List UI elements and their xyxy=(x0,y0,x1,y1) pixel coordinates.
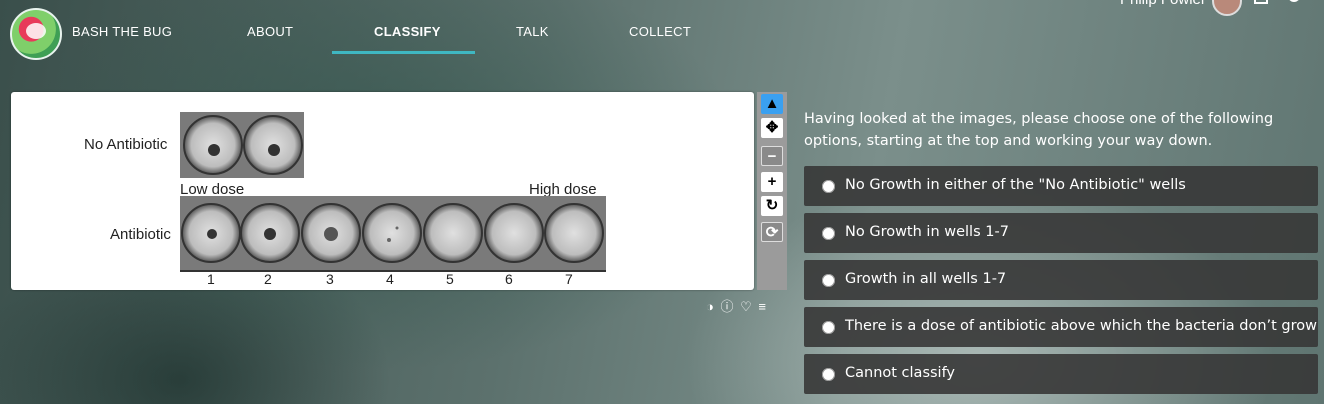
well-number: 5 xyxy=(446,271,454,287)
rotate-icon[interactable]: ↻ xyxy=(761,196,783,216)
well-number: 6 xyxy=(505,271,513,287)
answer-option[interactable]: No Growth in wells 1-7 xyxy=(804,213,1318,253)
collections-icon[interactable]: ≡ xyxy=(758,299,766,314)
favorite-icon[interactable]: ♡ xyxy=(740,299,752,315)
reset-icon[interactable]: ⟳ xyxy=(761,222,783,242)
subject-meta-icons: ◑ ⓘ ♡ ≡ xyxy=(706,296,769,314)
radio-button[interactable] xyxy=(822,180,835,193)
answer-label: No Growth in wells 1-7 xyxy=(845,224,1009,240)
well-number: 4 xyxy=(386,271,394,287)
info-icon[interactable]: ⓘ xyxy=(720,296,733,315)
answer-option[interactable]: No Growth in either of the "No Antibioti… xyxy=(804,166,1318,206)
answer-label: No Growth in either of the "No Antibioti… xyxy=(845,177,1186,193)
nav-classify[interactable]: CLASSIFY xyxy=(374,24,441,39)
answer-label: Growth in all wells 1-7 xyxy=(845,271,1007,287)
answer-label: Cannot classify xyxy=(845,365,956,381)
well-number: 3 xyxy=(326,271,334,287)
radio-button[interactable] xyxy=(822,227,835,240)
pointer-icon[interactable]: ▲ xyxy=(761,94,783,114)
zoom-out-icon[interactable]: − xyxy=(761,146,783,166)
nav-about[interactable]: ABOUT xyxy=(247,24,293,39)
nav-collect[interactable]: COLLECT xyxy=(629,24,691,39)
answer-option[interactable]: There is a dose of antibiotic above whic… xyxy=(804,307,1318,347)
zoom-in-icon[interactable]: + xyxy=(761,172,783,192)
row-label-antibiotic: Antibiotic xyxy=(110,226,171,243)
task-question: Having looked at the images, please choo… xyxy=(804,111,1274,149)
contrast-icon[interactable]: ◑ xyxy=(706,299,714,314)
answer-label: There is a dose of antibiotic above whic… xyxy=(845,318,1317,334)
well-number: 2 xyxy=(264,271,272,287)
well-number: 7 xyxy=(565,271,573,287)
well-number: 1 xyxy=(207,271,215,287)
avatar[interactable] xyxy=(1212,0,1242,16)
low-dose-label: Low dose xyxy=(180,181,244,198)
image-toolbar: ▲ ✥ − + ↻ ⟳ xyxy=(757,92,787,290)
active-tab-indicator xyxy=(332,51,475,54)
pan-icon[interactable]: ✥ xyxy=(761,118,783,138)
radio-button[interactable] xyxy=(822,368,835,381)
radio-button[interactable] xyxy=(822,274,835,287)
messages-icon[interactable] xyxy=(1254,0,1268,4)
subject-image: No Antibiotic Low dose High dose Antibio… xyxy=(84,112,606,287)
high-dose-label: High dose xyxy=(529,181,597,198)
answer-option[interactable]: Growth in all wells 1-7 xyxy=(804,260,1318,300)
notifications-icon[interactable] xyxy=(1288,0,1300,2)
user-name[interactable]: Philip Fowler xyxy=(1120,0,1206,8)
nav-talk[interactable]: TALK xyxy=(516,24,549,39)
row-label-no-antibiotic: No Antibiotic xyxy=(84,136,168,153)
answer-option[interactable]: Cannot classify xyxy=(804,354,1318,394)
well-numbers: 1 2 3 4 5 6 7 xyxy=(207,271,573,287)
radio-button[interactable] xyxy=(822,321,835,334)
top-nav: BASH THE BUG ABOUT CLASSIFY TALK COLLECT… xyxy=(0,0,1324,62)
nav-brand[interactable]: BASH THE BUG xyxy=(72,24,172,39)
subject-viewer[interactable]: No Antibiotic Low dose High dose Antibio… xyxy=(11,92,754,290)
bash-the-bug-logo[interactable] xyxy=(10,8,62,60)
